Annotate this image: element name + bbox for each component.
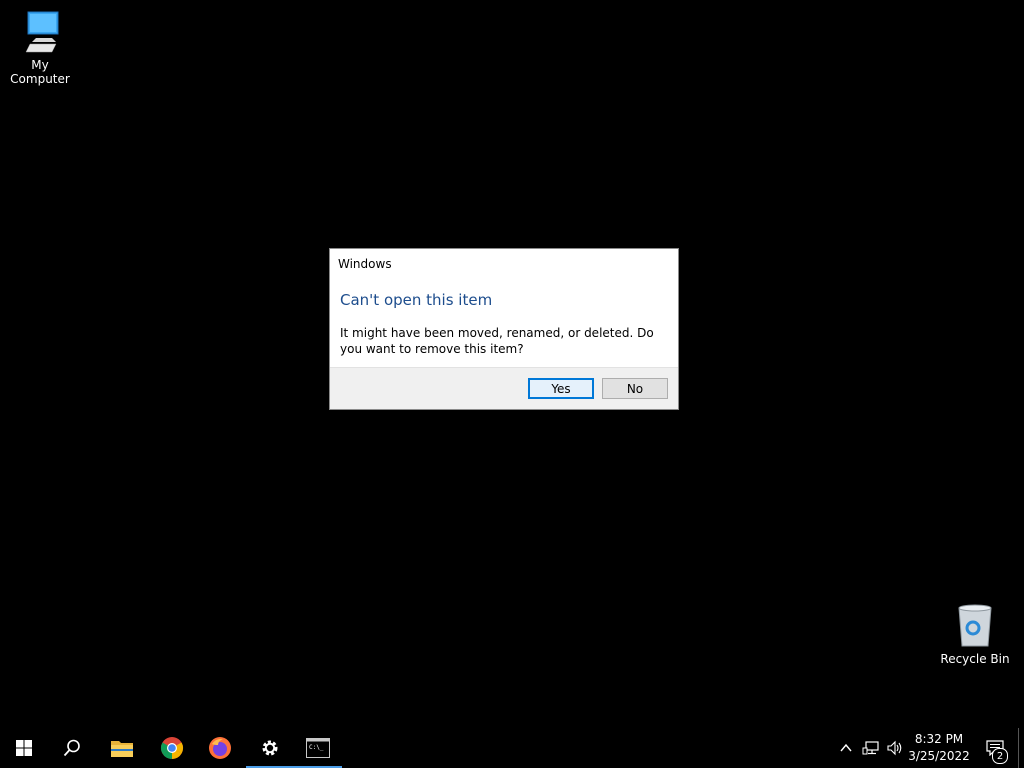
chevron-up-icon[interactable] bbox=[838, 740, 854, 756]
dialog-title: Windows bbox=[338, 257, 392, 271]
search-button[interactable] bbox=[48, 728, 96, 768]
terminal-icon: C:\_ bbox=[306, 738, 330, 758]
taskbar: C:\_ 8:32 PM 3/25/2022 2 bbox=[0, 728, 1024, 768]
settings-button[interactable] bbox=[246, 728, 294, 768]
dialog-message: It might have been moved, renamed, or de… bbox=[340, 326, 654, 356]
volume-icon[interactable] bbox=[886, 740, 904, 756]
gear-icon bbox=[262, 740, 278, 756]
file-explorer-button[interactable] bbox=[98, 728, 146, 768]
show-desktop-divider[interactable] bbox=[1018, 728, 1019, 768]
dialog-footer: Yes No bbox=[330, 367, 678, 409]
notification-count-badge: 2 bbox=[992, 748, 1008, 764]
windows-logo-icon bbox=[16, 740, 32, 756]
network-icon[interactable] bbox=[862, 740, 880, 756]
clock-time: 8:32 PM bbox=[914, 732, 964, 746]
folder-icon bbox=[111, 741, 133, 757]
search-icon bbox=[63, 739, 80, 757]
start-button[interactable] bbox=[0, 728, 48, 768]
clock-date: 3/25/2022 bbox=[908, 749, 970, 763]
desktop-icon-recycle-bin[interactable]: Recycle Bin bbox=[935, 602, 1015, 666]
svg-text:C:\_: C:\_ bbox=[309, 744, 324, 751]
firefox-button[interactable] bbox=[196, 728, 244, 768]
desktop-icon-label: My Computer bbox=[10, 58, 70, 86]
system-tray bbox=[838, 728, 904, 768]
clock[interactable]: 8:32 PM 3/25/2022 bbox=[904, 731, 974, 765]
desktop-icon-label: Recycle Bin bbox=[940, 652, 1010, 666]
chrome-icon bbox=[161, 737, 183, 759]
chrome-button[interactable] bbox=[148, 728, 196, 768]
no-button[interactable]: No bbox=[602, 378, 668, 399]
yes-button[interactable]: Yes bbox=[528, 378, 594, 399]
firefox-icon bbox=[209, 737, 231, 759]
dialog-heading: Can't open this item bbox=[340, 291, 493, 309]
recycle-bin-icon bbox=[958, 604, 992, 647]
terminal-button[interactable]: C:\_ bbox=[294, 728, 342, 768]
monitor-icon bbox=[25, 11, 59, 53]
error-dialog: Windows Can't open this item It might ha… bbox=[329, 248, 679, 410]
desktop-icon-my-computer[interactable]: My Computer bbox=[0, 8, 80, 86]
